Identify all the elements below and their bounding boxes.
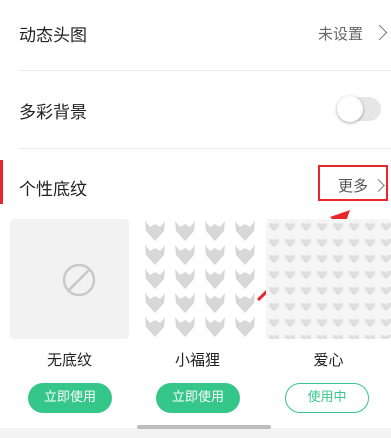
- home-indicator[interactable]: [137, 425, 271, 429]
- toggle-knob: [337, 96, 363, 122]
- highlight-box: [318, 165, 388, 201]
- texture-card-heart[interactable]: [266, 219, 391, 339]
- texture-card-none[interactable]: [10, 219, 129, 339]
- heart-pattern: [266, 219, 391, 339]
- dynamic-header-row[interactable]: 动态头图 未设置: [0, 10, 391, 54]
- texture-label: 个性底纹: [19, 180, 87, 200]
- texture-label-fox: 小福狸: [174, 351, 220, 369]
- texture-label-heart: 爱心: [313, 351, 344, 369]
- chevron-right-icon: [371, 24, 388, 41]
- colorful-bg-row: 多彩背景: [0, 88, 391, 132]
- fox-pattern: [138, 219, 257, 339]
- texture-card-fox[interactable]: [138, 219, 257, 339]
- in-use-button[interactable]: 使用中: [285, 383, 369, 413]
- divider: [19, 148, 391, 149]
- colorful-bg-toggle[interactable]: [337, 96, 381, 122]
- colorful-bg-label: 多彩背景: [19, 103, 87, 123]
- ban-icon: [62, 263, 96, 297]
- texture-label-none: 无底纹: [46, 351, 92, 369]
- divider: [19, 70, 391, 71]
- use-now-button[interactable]: 立即使用: [28, 383, 112, 413]
- bottom-strip: [0, 428, 391, 438]
- dynamic-header-value: 未设置: [318, 25, 364, 43]
- use-now-button[interactable]: 立即使用: [156, 383, 240, 413]
- dynamic-header-label: 动态头图: [19, 26, 87, 46]
